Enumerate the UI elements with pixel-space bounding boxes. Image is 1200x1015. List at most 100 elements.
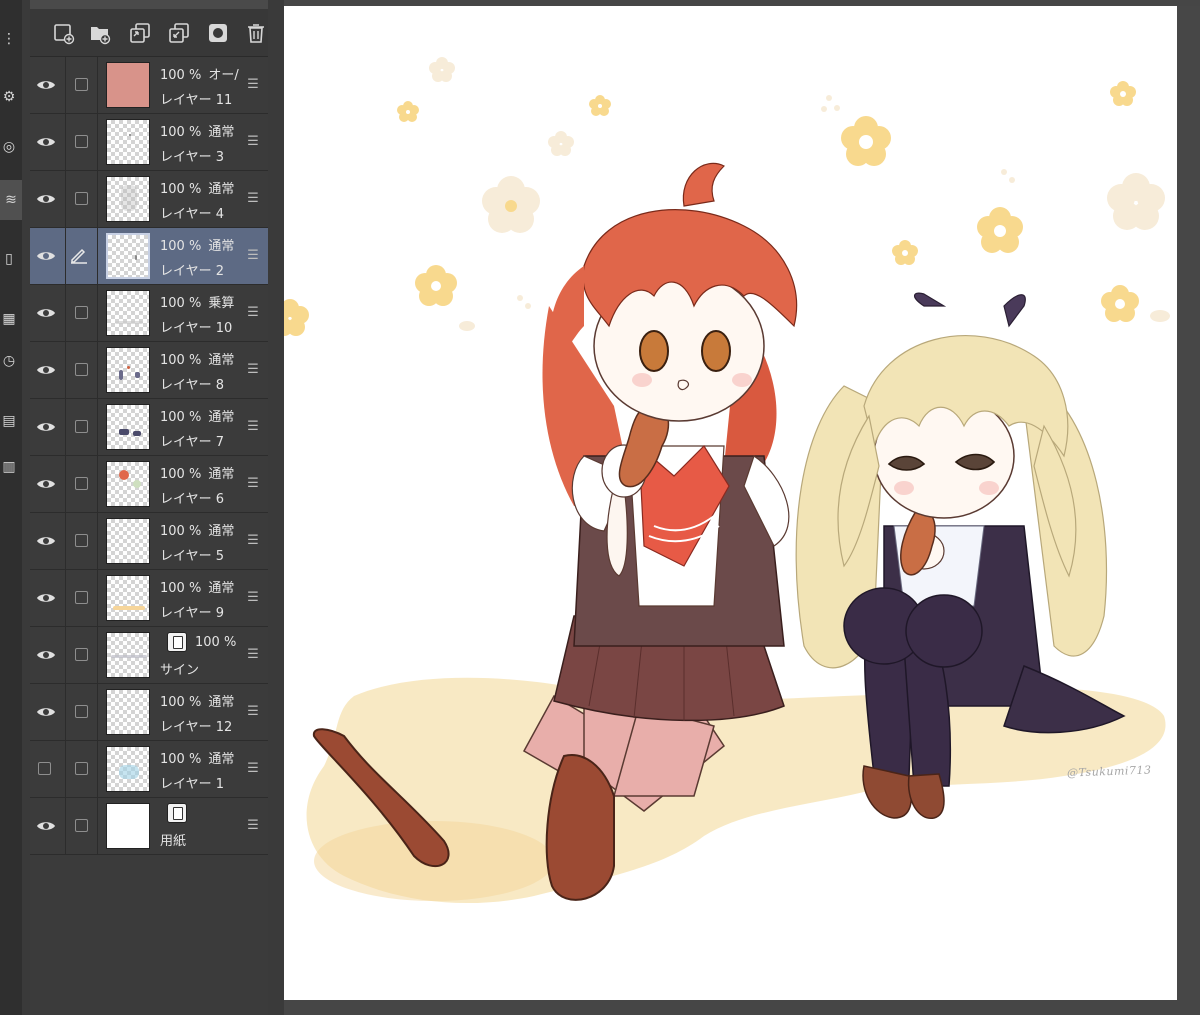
layer-checkbox[interactable]	[75, 78, 88, 91]
layer-row[interactable]: 100 % 乗算 レイヤー 10 ☰	[30, 285, 268, 342]
layer-row[interactable]: 100 % 通常 レイヤー 4 ☰	[30, 171, 268, 228]
layer-checkbox[interactable]	[75, 819, 88, 832]
layer-blend-mode: 通常	[208, 239, 235, 254]
merge-down-icon[interactable]	[167, 21, 191, 45]
eye-icon[interactable]	[36, 248, 56, 264]
menu-icon[interactable]: ☰	[246, 192, 260, 206]
sub-tool-icon[interactable]: ⋮	[0, 30, 18, 48]
delete-layer-icon[interactable]	[244, 21, 268, 45]
layer-checkbox[interactable]	[75, 306, 88, 319]
eye-icon[interactable]	[36, 191, 56, 207]
layer-thumbnail	[106, 119, 150, 165]
eye-icon[interactable]	[36, 818, 56, 834]
menu-icon[interactable]: ☰	[246, 306, 260, 320]
layer-checkbox[interactable]	[75, 420, 88, 433]
pen-icon	[71, 248, 87, 264]
menu-icon[interactable]: ☰	[246, 249, 260, 263]
layer-opacity: 100 %	[160, 182, 202, 197]
eye-icon[interactable]	[36, 476, 56, 492]
menu-icon[interactable]: ☰	[246, 819, 260, 833]
column-divider	[65, 399, 66, 455]
drawing-canvas[interactable]: @Tsukumi713	[284, 6, 1177, 1000]
layer-checkbox[interactable]	[75, 705, 88, 718]
layer-row[interactable]: 100 % 通常 レイヤー 3 ☰	[30, 114, 268, 171]
layer-name: レイヤー 1	[160, 777, 225, 792]
column-divider	[65, 741, 66, 797]
layer-property-icon[interactable]: ▥	[0, 458, 18, 476]
layer-thumbnail	[106, 632, 150, 678]
layer-name: レイヤー 5	[160, 549, 225, 564]
visibility-toggle[interactable]	[38, 762, 51, 775]
layer-checkbox[interactable]	[75, 762, 88, 775]
layer-checkbox[interactable]	[75, 135, 88, 148]
column-divider	[97, 798, 98, 854]
navigator-icon[interactable]: ◎	[0, 138, 18, 156]
eye-icon[interactable]	[36, 419, 56, 435]
column-divider	[65, 285, 66, 341]
menu-icon[interactable]: ☰	[246, 363, 260, 377]
layer-row[interactable]: 100 % オー/ レイヤー 11 ☰	[30, 57, 268, 114]
menu-icon[interactable]: ☰	[246, 648, 260, 662]
layer-name: サイン	[160, 663, 200, 678]
layer-name: レイヤー 3	[160, 150, 225, 165]
layer-name: レイヤー 8	[160, 378, 225, 393]
layer-opacity: 100 %	[160, 125, 202, 140]
layer-panel-icon[interactable]: ≋	[0, 180, 22, 220]
layer-meta: 100 % オー/	[160, 64, 239, 83]
gear-icon[interactable]: ⚙	[0, 88, 18, 106]
layer-meta: 100 % 乗算	[160, 292, 234, 311]
menu-icon[interactable]: ☰	[246, 477, 260, 491]
clip-studio-window: ⋮ ⚙ ◎ ≋ ▯ ▦ ◷ ▤ ▥ 100 % オー/ レイヤー 11 ☰ 10…	[0, 0, 1200, 1015]
column-divider	[97, 342, 98, 398]
layer-checkbox[interactable]	[75, 363, 88, 376]
column-divider	[65, 684, 66, 740]
layer-meta: 100 % 通常	[160, 349, 234, 368]
eye-icon[interactable]	[36, 704, 56, 720]
menu-icon[interactable]: ☰	[246, 705, 260, 719]
layer-opacity: 100 %	[160, 410, 202, 425]
menu-icon[interactable]: ☰	[246, 78, 260, 92]
layer-thumbnail	[106, 62, 150, 108]
panel-header-strip	[30, 0, 268, 9]
copy-layer-icon[interactable]	[128, 21, 152, 45]
layer-toolbar	[30, 9, 268, 57]
auto-action-icon[interactable]: ▤	[0, 412, 18, 430]
layer-row[interactable]: 100 % 通常 レイヤー 5 ☰	[30, 513, 268, 570]
page-icon[interactable]: ▯	[0, 250, 18, 268]
layer-checkbox[interactable]	[75, 192, 88, 205]
eye-icon[interactable]	[36, 134, 56, 150]
menu-icon[interactable]: ☰	[246, 135, 260, 149]
menu-icon[interactable]: ☰	[246, 591, 260, 605]
layer-row[interactable]: 100 % サイン ☰	[30, 627, 268, 684]
new-raster-layer-icon[interactable]	[52, 21, 76, 45]
eye-icon[interactable]	[36, 590, 56, 606]
layer-checkbox[interactable]	[75, 591, 88, 604]
layer-blend-mode: 通常	[208, 410, 235, 425]
menu-icon[interactable]: ☰	[246, 762, 260, 776]
layer-row[interactable]: 100 % 通常 レイヤー 9 ☰	[30, 570, 268, 627]
layer-mask-icon[interactable]	[206, 21, 230, 45]
eye-icon[interactable]	[36, 362, 56, 378]
layer-row[interactable]: 100 % 通常 レイヤー 6 ☰	[30, 456, 268, 513]
history-icon[interactable]: ◷	[0, 352, 18, 370]
eye-icon[interactable]	[36, 647, 56, 663]
layer-row-selected[interactable]: 100 % 通常 レイヤー 2 ☰	[30, 228, 268, 285]
eye-icon[interactable]	[36, 533, 56, 549]
layer-panel: 100 % オー/ レイヤー 11 ☰ 100 % 通常 レイヤー 3 ☰ 10…	[30, 0, 268, 1015]
layer-row[interactable]: 100 % 通常 レイヤー 8 ☰	[30, 342, 268, 399]
new-folder-icon[interactable]	[88, 21, 112, 45]
layer-checkbox[interactable]	[75, 648, 88, 661]
layer-row[interactable]: 100 % 通常 レイヤー 12 ☰	[30, 684, 268, 741]
menu-icon[interactable]: ☰	[246, 534, 260, 548]
eye-icon[interactable]	[36, 77, 56, 93]
layer-checkbox[interactable]	[75, 534, 88, 547]
layer-row[interactable]: 100 % 通常 レイヤー 1 ☰	[30, 741, 268, 798]
menu-icon[interactable]: ☰	[246, 420, 260, 434]
eye-icon[interactable]	[36, 305, 56, 321]
layer-row[interactable]: 用紙 ☰	[30, 798, 268, 855]
material-icon[interactable]: ▦	[0, 310, 18, 328]
layer-thumbnail	[106, 233, 150, 279]
layer-list: 100 % オー/ レイヤー 11 ☰ 100 % 通常 レイヤー 3 ☰ 10…	[30, 57, 268, 855]
layer-checkbox[interactable]	[75, 477, 88, 490]
layer-row[interactable]: 100 % 通常 レイヤー 7 ☰	[30, 399, 268, 456]
